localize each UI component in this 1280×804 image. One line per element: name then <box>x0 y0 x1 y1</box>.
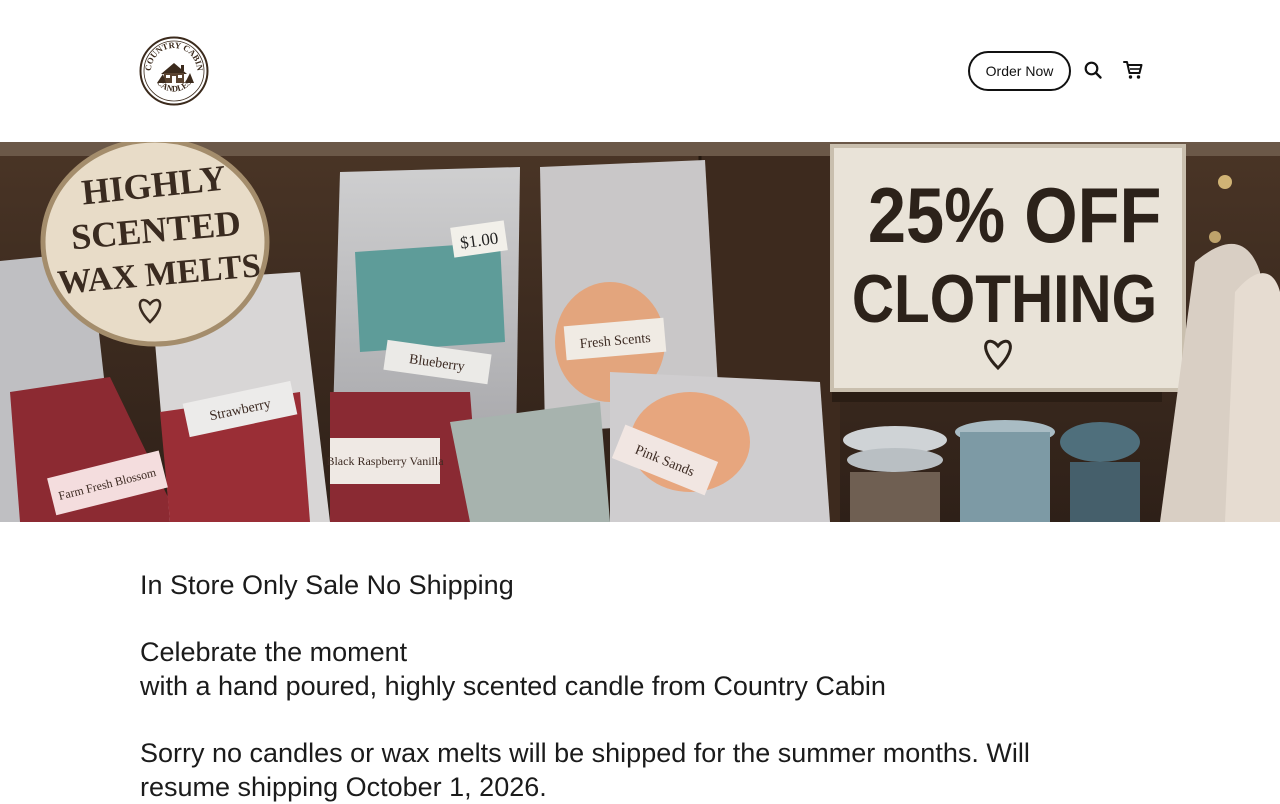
dishes <box>843 420 1140 522</box>
site-header: COUNTRY CABIN CANDLES Order Now <box>0 0 1280 142</box>
cart-icon[interactable] <box>1121 58 1145 82</box>
sale-headline: In Store Only Sale No Shipping <box>140 570 514 600</box>
brand-logo[interactable]: COUNTRY CABIN CANDLES <box>139 36 209 106</box>
sale-sign-line-1: 25% OFF <box>868 171 1162 259</box>
bag-label: Black Raspberry Vanilla <box>326 454 444 468</box>
celebrate-line-1: Celebrate the moment <box>140 637 408 667</box>
clothing-sale-sign: 25% OFF CLOTHING <box>830 144 1186 392</box>
shipping-notice-line-1: Sorry no candles or wax melts will be sh… <box>140 738 1030 768</box>
wax-melts-sign: HIGHLY SCENTED WAX MELTS <box>40 142 270 347</box>
main-content: In Store Only Sale No Shipping Celebrate… <box>140 568 1140 804</box>
hero-banner-image: HIGHLY SCENTED WAX MELTS $1.00 Fresh Sce… <box>0 142 1280 522</box>
sale-sign-line-2: CLOTHING <box>852 262 1157 337</box>
logo-emblem: COUNTRY CABIN CANDLES <box>139 36 209 106</box>
shipping-notice-line-2: resume shipping October 1, 2026. <box>140 772 547 802</box>
search-icon[interactable] <box>1081 58 1105 82</box>
order-now-button[interactable]: Order Now <box>968 51 1071 91</box>
celebrate-line-2: with a hand poured, highly scented candl… <box>140 671 886 701</box>
